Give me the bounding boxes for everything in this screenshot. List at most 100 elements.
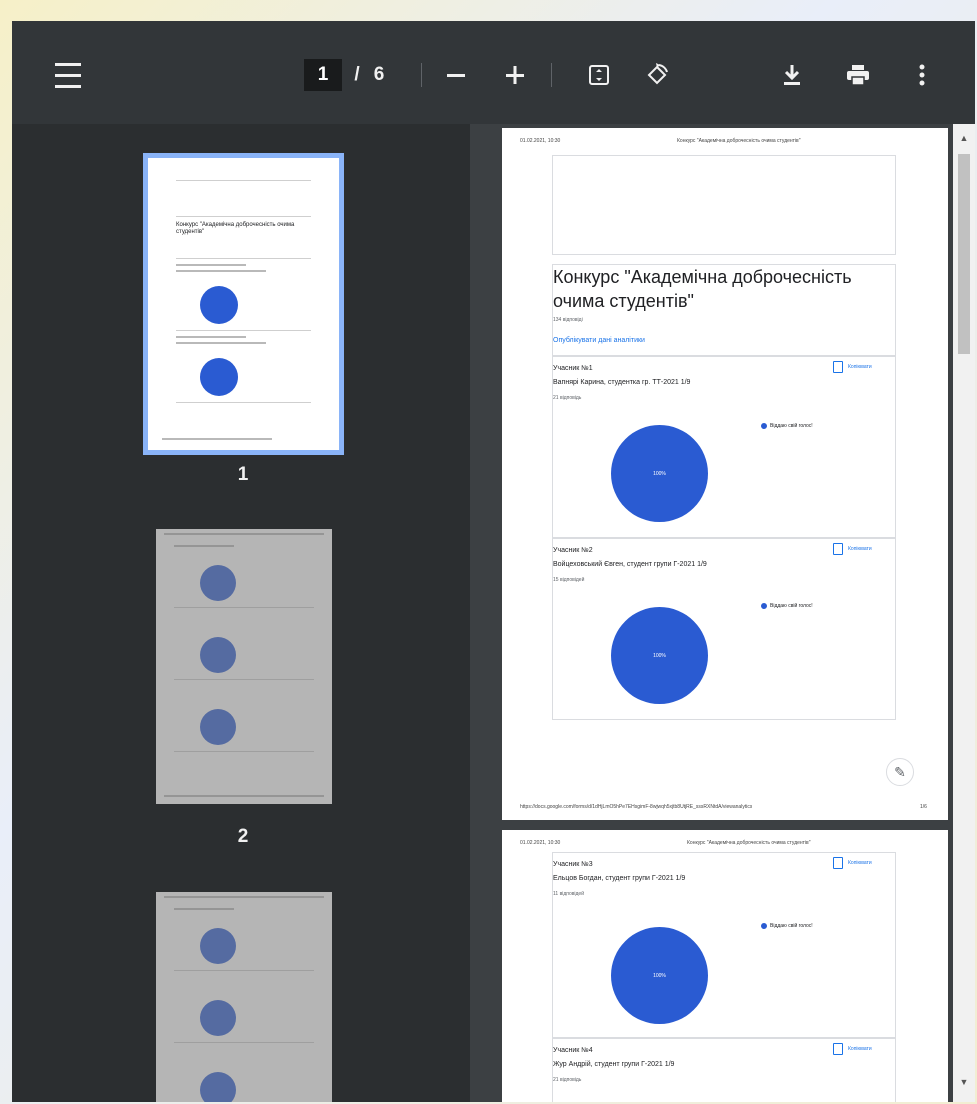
thumbnail-pie bbox=[200, 565, 236, 601]
thumbnail-pie bbox=[200, 358, 238, 396]
answers-count: 15 відповідей bbox=[553, 577, 585, 583]
answers-count: 21 відповідь bbox=[553, 395, 582, 401]
pie-percentage: 100% bbox=[653, 972, 666, 979]
answers-count: 21 відповідь bbox=[553, 1077, 582, 1083]
thumbnail-pie bbox=[200, 286, 238, 324]
question-card: Учасник №2 Войцеховський Євген, студент … bbox=[552, 538, 896, 720]
zoom-out-button[interactable] bbox=[436, 55, 476, 95]
legend-dot bbox=[761, 603, 767, 609]
legend-dot bbox=[761, 923, 767, 929]
form-title: Конкурс "Академічна доброчесність очима … bbox=[553, 267, 852, 311]
form-summary-card: Конкурс "Академічна доброчесність очима … bbox=[552, 264, 896, 356]
hamburger-icon bbox=[55, 59, 81, 92]
copy-icon bbox=[833, 361, 843, 373]
rotate-icon bbox=[647, 63, 668, 85]
copy-icon bbox=[833, 1043, 843, 1055]
chart-legend: Віддаю свій голос! bbox=[761, 923, 813, 929]
thumbnail-pie bbox=[200, 709, 236, 745]
thumbnail-number: 1 bbox=[237, 464, 249, 485]
document-page-1: 01.02.2021, 10:30 Конкурс "Академічна до… bbox=[502, 128, 948, 820]
page-number-input[interactable] bbox=[304, 59, 342, 91]
legend-label: Віддаю свій голос! bbox=[770, 923, 813, 929]
thumbnail-pie bbox=[200, 1072, 236, 1102]
thumbnail-number: 2 bbox=[237, 826, 249, 847]
document-area: 01.02.2021, 10:30 Конкурс "Академічна до… bbox=[470, 124, 975, 1102]
more-vert-icon bbox=[919, 64, 925, 86]
copy-label: Копіювати bbox=[848, 364, 872, 370]
document-scrollbar[interactable]: ▲ ▼ bbox=[953, 124, 975, 1102]
thumbnail-page-3[interactable] bbox=[156, 892, 332, 1102]
toolbar-divider bbox=[421, 63, 422, 87]
pdf-viewer: / 6 Конкурс "Академічн bbox=[12, 21, 975, 1102]
pie-chart: 100% bbox=[611, 425, 708, 522]
question-title: Учасник №1 bbox=[553, 365, 593, 372]
download-button[interactable] bbox=[772, 55, 812, 95]
question-title: Учасник №2 bbox=[553, 547, 593, 554]
thumbnail-pie bbox=[200, 1000, 236, 1036]
copy-label: Копіювати bbox=[848, 546, 872, 552]
toolbar: / 6 bbox=[12, 21, 975, 124]
pie-percentage: 100% bbox=[653, 652, 666, 659]
copy-chart-button[interactable]: Копіювати bbox=[833, 361, 872, 373]
question-card: Учасник №4 Жур Андрій, студент групи Г-2… bbox=[552, 1038, 896, 1102]
page-header-title: Конкурс "Академічна доброчесність очима … bbox=[687, 840, 811, 846]
thumbnail-page-2[interactable] bbox=[156, 529, 332, 804]
more-options-button[interactable] bbox=[902, 55, 942, 95]
thumbnail-pie bbox=[200, 637, 236, 673]
chart-legend: Віддаю свій голос! bbox=[761, 423, 813, 429]
pie-percentage: 100% bbox=[653, 470, 666, 477]
edit-button[interactable]: ✎ bbox=[886, 758, 914, 786]
form-banner bbox=[552, 155, 896, 255]
publish-analytics-link[interactable]: Опублікувати дані аналітики bbox=[553, 337, 645, 344]
copy-icon bbox=[833, 543, 843, 555]
fit-to-page-button[interactable] bbox=[579, 55, 619, 95]
scrollbar-thumb[interactable] bbox=[958, 154, 970, 354]
thumbnail-sidebar: Конкурс "Академічна доброчесність очима … bbox=[12, 124, 495, 1102]
question-subtitle: Вапнярі Карина, студентка гр. ТТ-2021 1/… bbox=[553, 379, 691, 386]
plus-icon bbox=[506, 66, 524, 84]
copy-chart-button[interactable]: Копіювати bbox=[833, 857, 872, 869]
download-icon bbox=[784, 65, 800, 85]
question-title: Учасник №3 bbox=[553, 861, 593, 868]
thumbnail-page-1[interactable]: Конкурс "Академічна доброчесність очима … bbox=[143, 153, 344, 455]
scroll-down-arrow[interactable]: ▼ bbox=[953, 1074, 975, 1090]
page-header-date: 01.02.2021, 10:30 bbox=[520, 138, 561, 144]
rotate-button[interactable] bbox=[637, 55, 677, 95]
legend-dot bbox=[761, 423, 767, 429]
print-button[interactable] bbox=[838, 55, 878, 95]
chart-legend: Віддаю свій голос! bbox=[761, 603, 813, 609]
page-header-date: 01.02.2021, 10:30 bbox=[520, 840, 561, 846]
copy-chart-button[interactable]: Копіювати bbox=[833, 1043, 872, 1055]
question-title: Учасник №4 bbox=[553, 1047, 593, 1054]
question-card: Учасник №1 Вапнярі Карина, студентка гр.… bbox=[552, 356, 896, 538]
pie-chart: 100% bbox=[611, 927, 708, 1024]
page-footer-url: https://docs.google.com/forms/d/1dHjLmO5… bbox=[520, 804, 753, 810]
question-subtitle: Ельцов Богдан, студент групи Г-2021 1/9 bbox=[553, 875, 686, 882]
answers-count: 11 відповідей bbox=[553, 891, 585, 897]
minus-icon bbox=[447, 74, 465, 77]
zoom-in-button[interactable] bbox=[495, 55, 535, 95]
copy-chart-button[interactable]: Копіювати bbox=[833, 543, 872, 555]
pencil-icon: ✎ bbox=[894, 763, 906, 780]
responses-count: 134 відповіді bbox=[553, 317, 583, 323]
copy-icon bbox=[833, 857, 843, 869]
legend-label: Віддаю свій голос! bbox=[770, 603, 813, 609]
copy-label: Копіювати bbox=[848, 1046, 872, 1052]
document-page-2: 01.02.2021, 10:30 Конкурс "Академічна до… bbox=[502, 830, 948, 1102]
thumbnail-title: Конкурс "Академічна доброчесність очима … bbox=[176, 222, 295, 235]
question-subtitle: Войцеховський Євген, студент групи Г-202… bbox=[553, 561, 707, 568]
print-icon bbox=[847, 65, 869, 86]
menu-button[interactable] bbox=[46, 55, 90, 95]
copy-label: Копіювати bbox=[848, 860, 872, 866]
fit-page-icon bbox=[589, 65, 609, 85]
page-footer-number: 1/6 bbox=[920, 804, 927, 810]
page-separator: / bbox=[354, 64, 360, 85]
toolbar-divider bbox=[551, 63, 552, 87]
question-subtitle: Жур Андрій, студент групи Г-2021 1/9 bbox=[553, 1061, 675, 1068]
thumbnail-pie bbox=[200, 928, 236, 964]
scroll-up-arrow[interactable]: ▲ bbox=[953, 130, 975, 146]
question-card: Учасник №3 Ельцов Богдан, студент групи … bbox=[552, 852, 896, 1038]
legend-label: Віддаю свій голос! bbox=[770, 423, 813, 429]
total-pages: 6 bbox=[373, 64, 385, 85]
page-header-title: Конкурс "Академічна доброчесність очима … bbox=[677, 138, 801, 144]
